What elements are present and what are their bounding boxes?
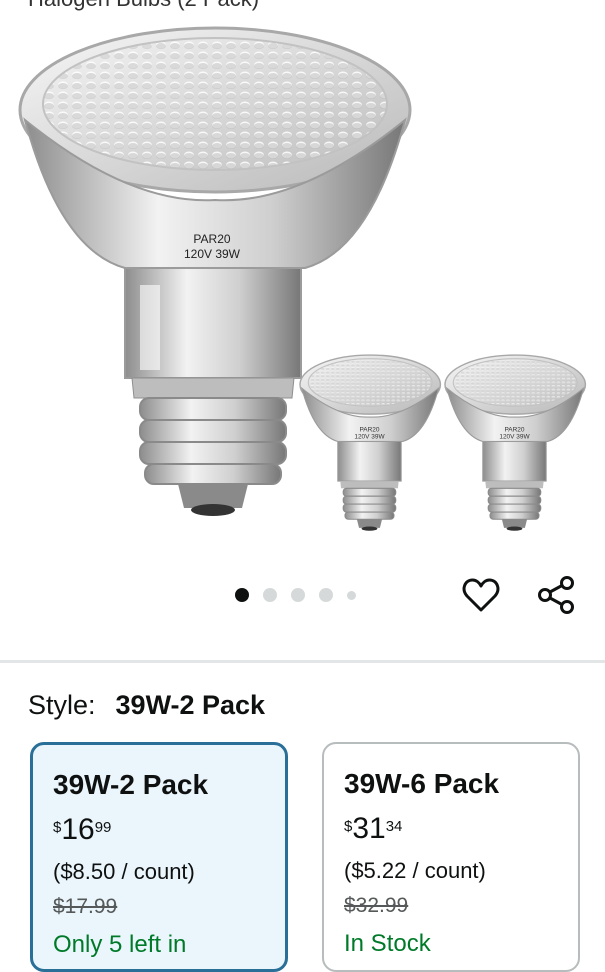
favorite-button[interactable]	[461, 575, 501, 615]
product-image[interactable]: PAR20 120V 39W PAR20 120V 39W PAR20 120V…	[0, 0, 605, 560]
small-bulb-1-label-line1: PAR20	[359, 426, 379, 433]
carousel-dot-1[interactable]	[235, 588, 249, 602]
carousel-dot-4[interactable]	[319, 588, 333, 602]
main-bulb-label-line1: PAR20	[193, 232, 230, 246]
price-whole: 31	[352, 812, 386, 845]
option-title: 39W-2 Pack	[53, 769, 209, 800]
availability: In Stock	[344, 930, 431, 957]
option-price: $ 31 34	[344, 814, 558, 844]
price-symbol: $	[344, 818, 353, 835]
small-bulb-2: PAR20 120V 39W	[444, 354, 587, 531]
availability: Only 5 left in	[53, 931, 187, 958]
style-selector: Style: 39W-2 Pack	[28, 690, 265, 721]
unit-price: ($5.22 / count)	[344, 858, 486, 883]
list-price: $17.99	[53, 895, 118, 918]
style-option-6-pack[interactable]: 39W-6 Pack $ 31 34 ($5.22 / count) $32.9…	[322, 742, 580, 972]
style-label: Style:	[28, 690, 96, 720]
heart-icon	[462, 578, 500, 612]
unit-price: ($8.50 / count)	[53, 859, 195, 884]
carousel-dot-5[interactable]	[347, 590, 356, 600]
small-bulb-2-label-line1: PAR20	[504, 426, 524, 433]
price-symbol: $	[53, 819, 62, 836]
option-price: $ 16 99	[53, 815, 265, 845]
list-price: $32.99	[344, 894, 409, 917]
section-divider	[0, 660, 605, 663]
carousel-dots	[235, 588, 356, 602]
style-selected-value: 39W-2 Pack	[115, 690, 266, 720]
main-bulb-label-line2: 120V 39W	[184, 247, 241, 261]
carousel-dot-2[interactable]	[263, 588, 277, 602]
share-icon	[538, 576, 574, 614]
carousel-dot-3[interactable]	[291, 588, 305, 602]
price-fraction: 99	[94, 819, 112, 836]
style-option-2-pack[interactable]: 39W-2 Pack $ 16 99 ($8.50 / count) $17.9…	[30, 742, 288, 972]
share-button[interactable]	[536, 575, 576, 615]
option-title: 39W-6 Pack	[344, 768, 500, 799]
small-bulb-1: PAR20 120V 39W	[299, 354, 442, 531]
price-whole: 16	[61, 813, 95, 846]
small-bulb-2-label-line2: 120V 39W	[499, 434, 530, 441]
small-bulb-1-label-line2: 120V 39W	[354, 434, 385, 441]
price-fraction: 34	[385, 818, 403, 835]
